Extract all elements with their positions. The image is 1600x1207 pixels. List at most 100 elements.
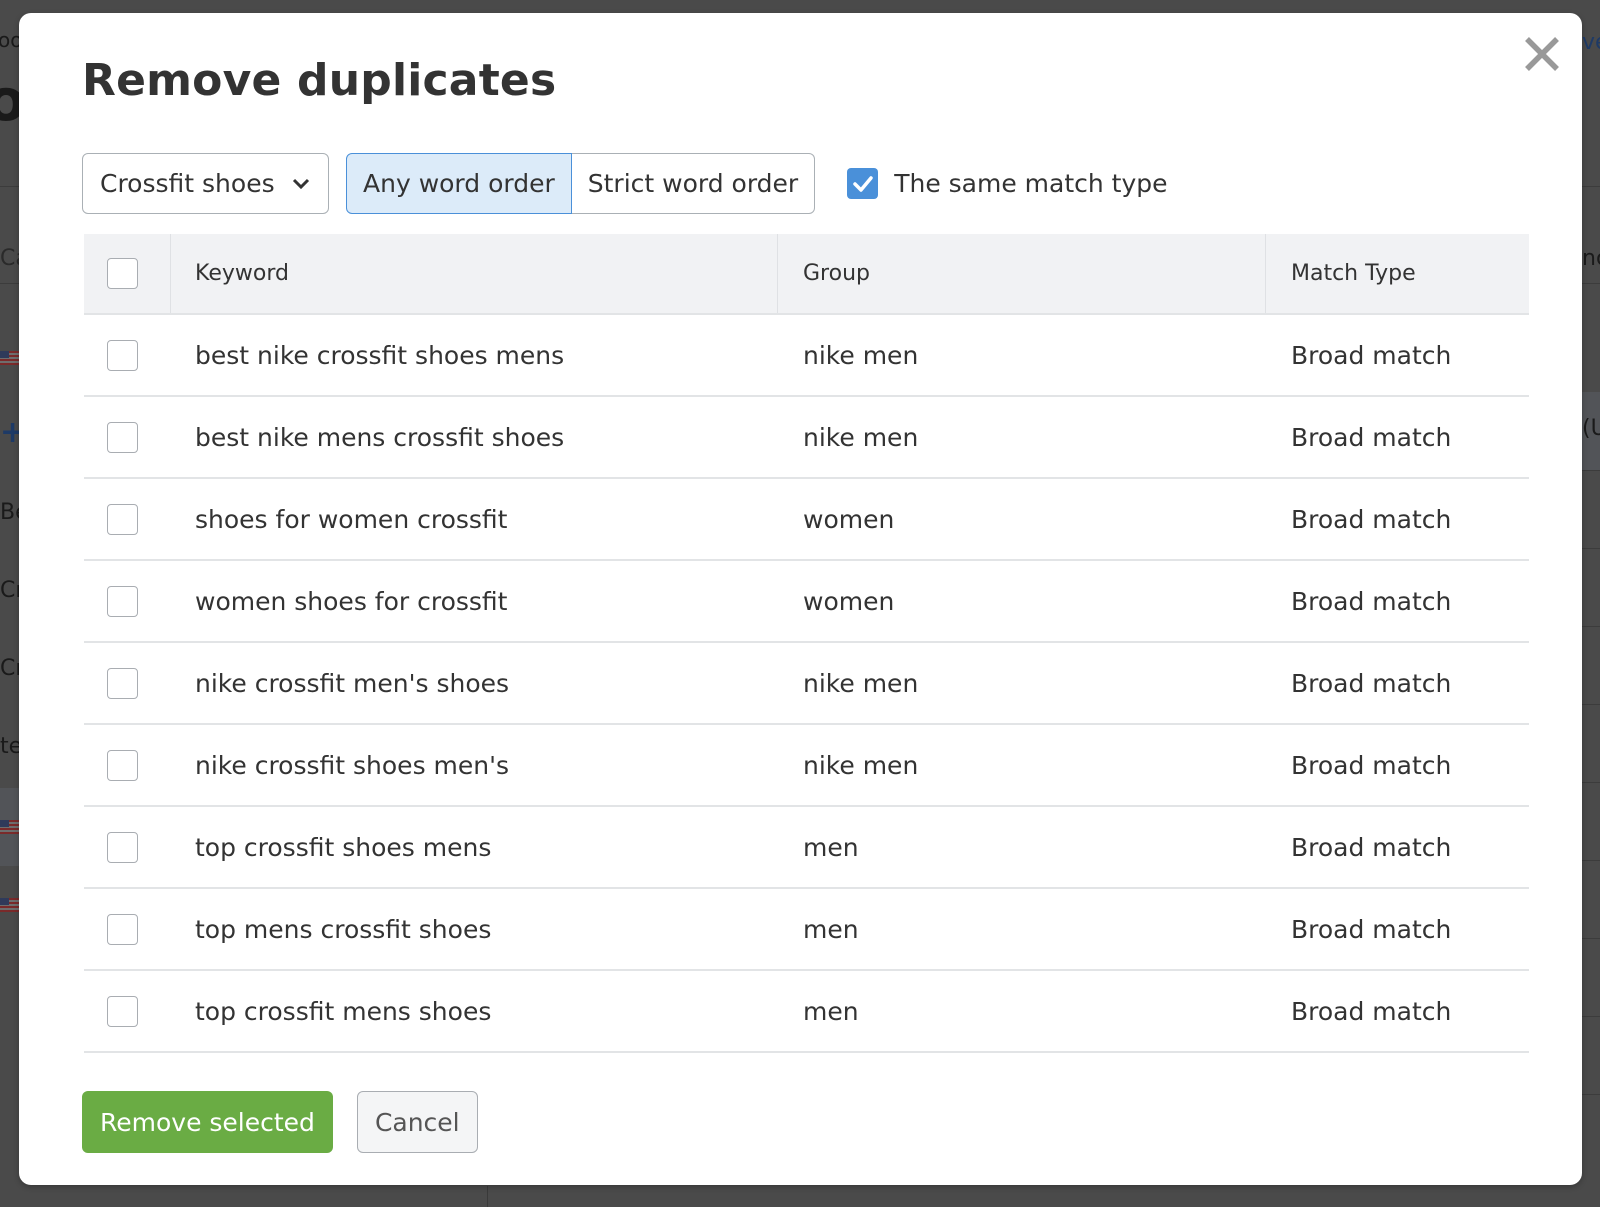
keyword-cell: best nike crossfit shoes mens: [195, 340, 565, 370]
duplicates-table: Keyword Group Match Type best nike cross…: [84, 234, 1529, 1053]
table-header: Keyword Group Match Type: [84, 234, 1529, 315]
bg-divider: [1582, 1016, 1600, 1017]
group-cell: nike men: [803, 750, 919, 780]
table-row[interactable]: top mens crossfit shoes men Broad match: [84, 889, 1529, 971]
bg-divider: [487, 1186, 488, 1207]
table-row[interactable]: best nike crossfit shoes mens nike men Bro…: [84, 315, 1529, 397]
bg-divider: [1582, 626, 1600, 627]
match-type-cell: Broad match: [1291, 504, 1452, 534]
table-row[interactable]: women shoes for crossfit women Broad match: [84, 561, 1529, 643]
group-cell: nike men: [803, 422, 919, 452]
match-type-cell: Broad match: [1291, 832, 1452, 862]
dialog-title: Remove duplicates: [82, 55, 557, 106]
column-header-match-type[interactable]: Match Type: [1266, 234, 1529, 313]
keyword-cell: shoes for women crossfit: [195, 504, 508, 534]
row-checkbox-cell: [84, 315, 171, 395]
row-checkbox[interactable]: [107, 913, 138, 945]
close-icon: [1525, 37, 1559, 71]
header-checkbox-cell: [84, 234, 171, 313]
column-header-keyword[interactable]: Keyword: [171, 234, 778, 313]
group-cell: men: [803, 914, 859, 944]
same-match-type-checkbox[interactable]: The same match type: [847, 168, 1168, 199]
match-type-cell: Broad match: [1291, 586, 1452, 616]
row-checkbox-cell: [84, 561, 171, 641]
keyword-cell: nike crossfit men's shoes: [195, 668, 510, 698]
table-row[interactable]: nike crossfit men's shoes nike men Broad m…: [84, 643, 1529, 725]
bg-divider: [1582, 938, 1600, 939]
checkbox-checked[interactable]: [847, 168, 879, 199]
row-checkbox-cell: [84, 725, 171, 805]
us-flag-icon: [0, 351, 20, 365]
row-checkbox-cell: [84, 807, 171, 887]
match-type-cell: Broad match: [1291, 750, 1452, 780]
keyword-cell: nike crossfit shoes men's: [195, 750, 510, 780]
strict-word-order-button[interactable]: Strict word order: [571, 153, 816, 214]
match-type-cell: Broad match: [1291, 668, 1452, 698]
select-all-checkbox[interactable]: [106, 258, 138, 289]
bg-divider: [0, 186, 19, 187]
us-flag-icon: [0, 820, 20, 834]
row-checkbox[interactable]: [107, 749, 138, 781]
group-cell: nike men: [803, 668, 919, 698]
bg-divider: [1582, 548, 1600, 549]
bg-link-fragment: ve: [1582, 30, 1600, 55]
keyword-cell: top crossfit shoes mens: [195, 832, 492, 862]
row-checkbox-cell: [84, 643, 171, 723]
group-cell: women: [803, 586, 895, 616]
match-type-cell: Broad match: [1291, 422, 1452, 452]
row-checkbox[interactable]: [107, 995, 138, 1027]
table-body: best nike crossfit shoes mens nike men Bro…: [84, 315, 1529, 1053]
bg-divider: [1582, 782, 1600, 783]
table-row[interactable]: best nike mens crossfit shoes nike men Bro…: [84, 397, 1529, 479]
bg-divider: [1582, 1094, 1600, 1095]
table-row[interactable]: nike crossfit shoes men's nike men Broad m…: [84, 725, 1529, 807]
bg-divider: [1582, 704, 1600, 705]
match-type-cell: Broad match: [1291, 340, 1452, 370]
keyword-cell: women shoes for crossfit: [195, 586, 508, 616]
options-toolbar: Crossfit shoes Any word order Strict wor…: [82, 153, 1168, 214]
dialog-footer: Remove selected Cancel: [82, 1091, 478, 1153]
row-checkbox[interactable]: [107, 421, 138, 453]
match-type-cell: Broad match: [1291, 996, 1452, 1026]
bg-divider: [1582, 186, 1600, 187]
row-checkbox[interactable]: [107, 339, 138, 371]
bg-divider: [0, 283, 19, 284]
row-checkbox[interactable]: [107, 831, 138, 863]
word-order-toggle: Any word order Strict word order: [346, 153, 816, 214]
remove-duplicates-dialog: Remove duplicates Crossfit shoes Any wor…: [19, 13, 1582, 1185]
same-match-type-label: The same match type: [894, 169, 1168, 198]
keyword-cell: top mens crossfit shoes: [195, 914, 492, 944]
row-checkbox-cell: [84, 397, 171, 477]
keyword-cell: top crossfit mens shoes: [195, 996, 492, 1026]
remove-selected-button[interactable]: Remove selected: [82, 1091, 333, 1153]
any-word-order-button[interactable]: Any word order: [346, 153, 572, 214]
row-checkbox-cell: [84, 971, 171, 1051]
group-select-value: Crossfit shoes: [100, 169, 275, 198]
keyword-cell: best nike mens crossfit shoes: [195, 422, 565, 452]
row-checkbox[interactable]: [107, 667, 138, 699]
group-cell: men: [803, 996, 859, 1026]
group-select[interactable]: Crossfit shoes: [82, 153, 329, 214]
chevron-down-icon: [292, 178, 310, 189]
bg-divider: [1582, 283, 1600, 284]
table-row[interactable]: shoes for women crossfit women Broad match: [84, 479, 1529, 561]
table-row[interactable]: top crossfit shoes mens men Broad match: [84, 807, 1529, 889]
close-button[interactable]: [1524, 36, 1560, 72]
bg-text-fragment: nc: [1582, 246, 1600, 271]
row-checkbox[interactable]: [107, 585, 138, 617]
row-checkbox-cell: [84, 479, 171, 559]
bg-divider: [1582, 860, 1600, 861]
column-header-group[interactable]: Group: [778, 234, 1266, 313]
checkmark-icon: [852, 175, 873, 192]
table-row[interactable]: top crossfit mens shoes men Broad match: [84, 971, 1529, 1053]
bg-text-fragment: (U: [1582, 416, 1600, 441]
bg-divider: [1582, 470, 1600, 471]
us-flag-icon: [0, 898, 20, 912]
row-checkbox[interactable]: [107, 503, 138, 535]
group-cell: men: [803, 832, 859, 862]
group-cell: nike men: [803, 340, 919, 370]
group-cell: women: [803, 504, 895, 534]
cancel-button[interactable]: Cancel: [356, 1091, 478, 1153]
row-checkbox-cell: [84, 889, 171, 969]
match-type-cell: Broad match: [1291, 914, 1452, 944]
